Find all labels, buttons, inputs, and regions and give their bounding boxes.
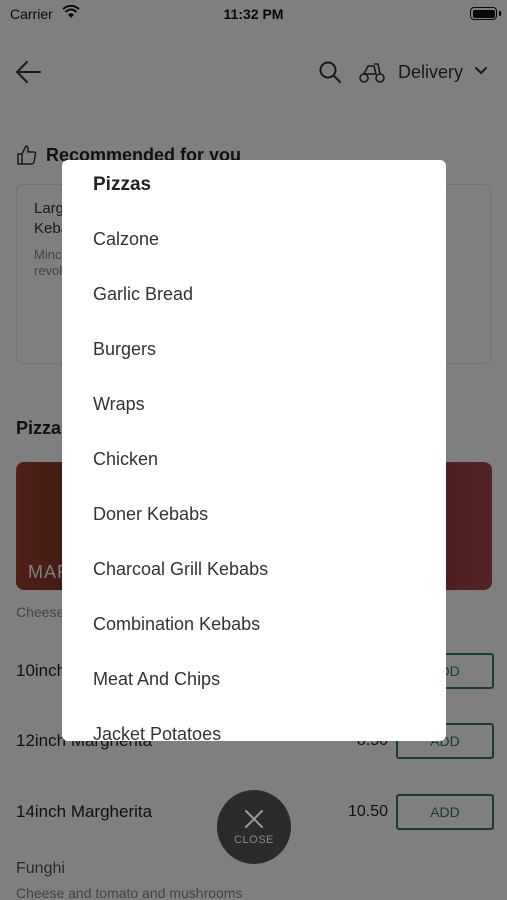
menu-item[interactable]: Doner Kebabs	[93, 504, 208, 525]
menu-item[interactable]: Jacket Potatoes	[93, 724, 221, 741]
menu-item[interactable]: Charcoal Grill Kebabs	[93, 559, 268, 580]
close-icon	[245, 810, 263, 828]
menu-item[interactable]: Garlic Bread	[93, 284, 193, 305]
category-menu-modal: Pizzas Calzone Garlic Bread Burgers Wrap…	[62, 160, 446, 741]
menu-item[interactable]: Meat And Chips	[93, 669, 220, 690]
close-menu-button[interactable]: CLOSE	[217, 790, 291, 864]
menu-item[interactable]: Combination Kebabs	[93, 614, 260, 635]
menu-item[interactable]: Burgers	[93, 339, 156, 360]
menu-item[interactable]: Calzone	[93, 229, 159, 250]
menu-item[interactable]: Chicken	[93, 449, 158, 470]
close-label: CLOSE	[234, 834, 274, 846]
menu-item-pizzas-active[interactable]: Pizzas	[93, 174, 151, 196]
menu-item[interactable]: Wraps	[93, 394, 145, 415]
